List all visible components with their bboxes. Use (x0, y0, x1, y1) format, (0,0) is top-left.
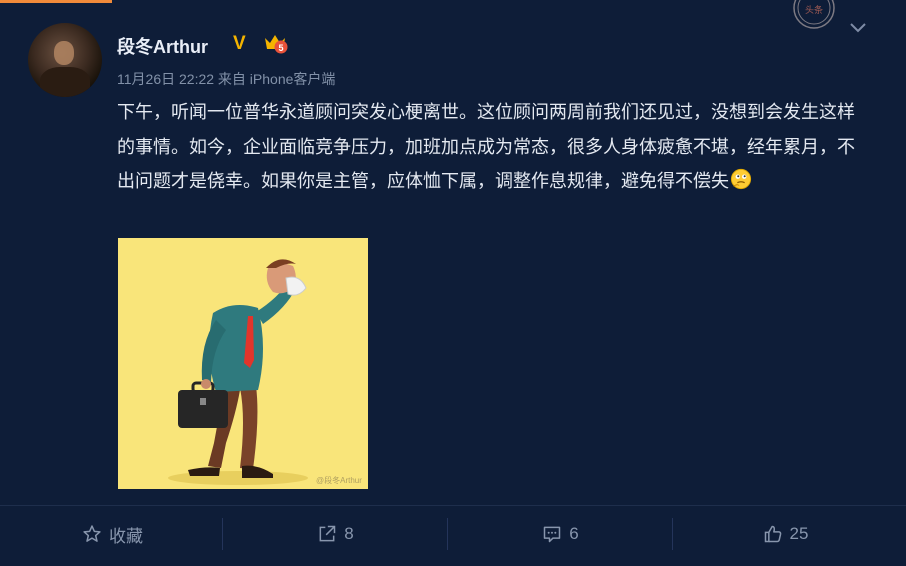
favorite-label: 收藏 (109, 526, 143, 546)
comment-count: 6 (569, 524, 579, 543)
like-count: 25 (789, 524, 809, 543)
like-button[interactable]: 25 (673, 506, 898, 562)
image-watermark: @段冬Arthur (316, 476, 362, 485)
thinking-face-icon (730, 168, 752, 190)
vip-level: 5 (278, 43, 283, 53)
top-accent-strip (0, 0, 112, 3)
post-content: 下午，听闻一位普华永道顾问突发心梗离世。这位顾问两周前我们还见过，没想到会发生这… (117, 96, 862, 200)
avatar[interactable] (28, 23, 102, 97)
share-icon (319, 525, 336, 542)
verified-badge-icon[interactable]: V (233, 33, 246, 55)
vip-crown-icon[interactable]: 5 (262, 32, 290, 54)
post-meta: 11月26日 22:22 来自 iPhone客户端 (117, 69, 335, 89)
post-image[interactable]: @段冬Arthur (118, 238, 368, 489)
comment-icon (544, 526, 561, 543)
stamp-text: 头条 (805, 4, 823, 16)
thumbs-up-icon (764, 525, 781, 543)
stamp-icon: 头条 (793, 0, 835, 29)
username[interactable]: 段冬Arthur (117, 33, 208, 59)
post-source: 来自 iPhone客户端 (217, 71, 336, 87)
comment-button[interactable]: 6 (448, 506, 673, 562)
forward-count: 8 (344, 524, 354, 543)
star-icon (83, 525, 101, 542)
favorite-button[interactable]: 收藏 (0, 506, 225, 562)
weibo-post-card: 段冬Arthur V 5 头条 11月26日 22:22 来自 iPhone客户… (0, 0, 906, 566)
forward-button[interactable]: 8 (223, 506, 448, 562)
tired-worker-illustration (118, 238, 368, 489)
chevron-down-icon[interactable] (848, 21, 868, 35)
post-timestamp[interactable]: 11月26日 22:22 (117, 71, 214, 87)
